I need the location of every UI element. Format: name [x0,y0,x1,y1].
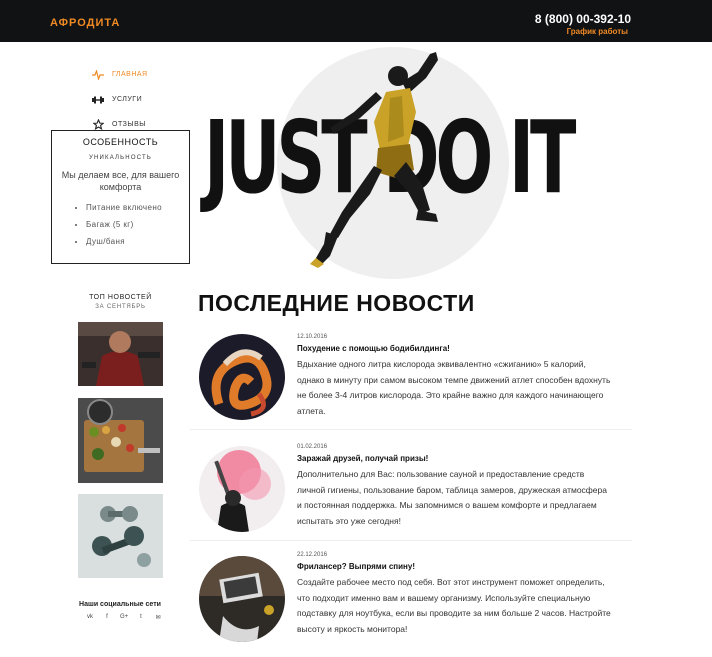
news-image-laptop[interactable] [199,556,285,642]
news-date: 01.02.2016 [297,444,328,450]
news-date: 22.12.2016 [297,552,328,558]
pulse-icon [92,69,104,81]
site-logo[interactable]: АФРОДИТА [50,17,120,29]
top-header: АФРОДИТА 8 (800) 00-392-10 График работы [0,0,712,42]
top-news-thumb-healthy-food[interactable] [78,398,163,483]
top-news-subtitle: за сентябрь [95,304,146,310]
news-item: 01.02.2016 Заражай друзей, получай призы… [190,444,632,534]
schedule-link[interactable]: График работы [567,27,628,36]
news-text: Создайте рабочее место под себя. Вот это… [297,577,611,634]
features-list-item: Багаж (5 кг) [86,216,189,233]
features-title: ОСОБЕННОСТЬ [82,137,159,147]
features-description: Мы делаем все, для вашего комфорта [61,170,180,192]
news-text: Вдыхание одного литра кислорода эквивале… [297,359,611,416]
top-news-title: Топ новостей [89,294,152,301]
google-plus-icon[interactable]: G+ [120,614,128,621]
nav-item-label: Главная [112,71,148,78]
news-item: 12.10.2016 Похудение с помощью бодибилди… [190,334,632,424]
features-list-item: Душ/баня [86,233,189,250]
star-icon [92,119,104,131]
side-nav: Главная Услуги Отзывы [92,62,148,137]
social-title: Наши социальные сети [79,601,161,608]
dumbbell-icon [92,94,104,106]
nav-item-home[interactable]: Главная [92,62,148,87]
nav-item-label: Услуги [112,96,143,103]
facebook-icon[interactable]: f [103,614,111,621]
vk-icon[interactable]: vk [86,614,94,621]
features-subtitle: УНИКАЛЬНОСТЬ [88,155,153,161]
jumping-athlete-image [310,52,438,268]
hero-banner: JUST DO IT [190,42,610,279]
mail-icon[interactable]: ✉ [154,614,162,621]
news-divider [190,540,632,541]
nav-item-label: Отзывы [112,121,146,128]
news-image-flare[interactable] [199,446,285,532]
phone-number[interactable]: 8 (800) 00-392-10 [535,12,631,26]
news-date: 12.10.2016 [297,334,328,340]
nav-item-services[interactable]: Услуги [92,87,148,112]
top-news-thumb-fitness-man[interactable] [78,322,163,386]
top-news-thumb-dumbbells[interactable] [78,494,163,578]
news-title[interactable]: Похудение с помощью бодибилдинга! [297,344,450,353]
news-title[interactable]: Фрилансер? Выпрями спину! [297,562,415,571]
twitter-icon[interactable]: t [137,614,145,621]
news-image-smoke[interactable] [199,334,285,420]
features-box: ОСОБЕННОСТЬ УНИКАЛЬНОСТЬ Мы делаем все, … [51,130,190,264]
news-text: Дополнительно для Вас: пользование сауно… [297,469,607,526]
social-icons: vk f G+ t ✉ [86,614,162,621]
news-divider [190,429,632,430]
news-title[interactable]: Заражай друзей, получай призы! [297,454,428,463]
features-list: Питание включено Багаж (5 кг) Душ/баня [52,199,189,250]
news-item: 22.12.2016 Фрилансер? Выпрями спину! Соз… [190,552,632,652]
news-heading: ПОСЛЕДНИЕ НОВОСТИ [198,290,475,316]
features-list-item: Питание включено [86,199,189,216]
